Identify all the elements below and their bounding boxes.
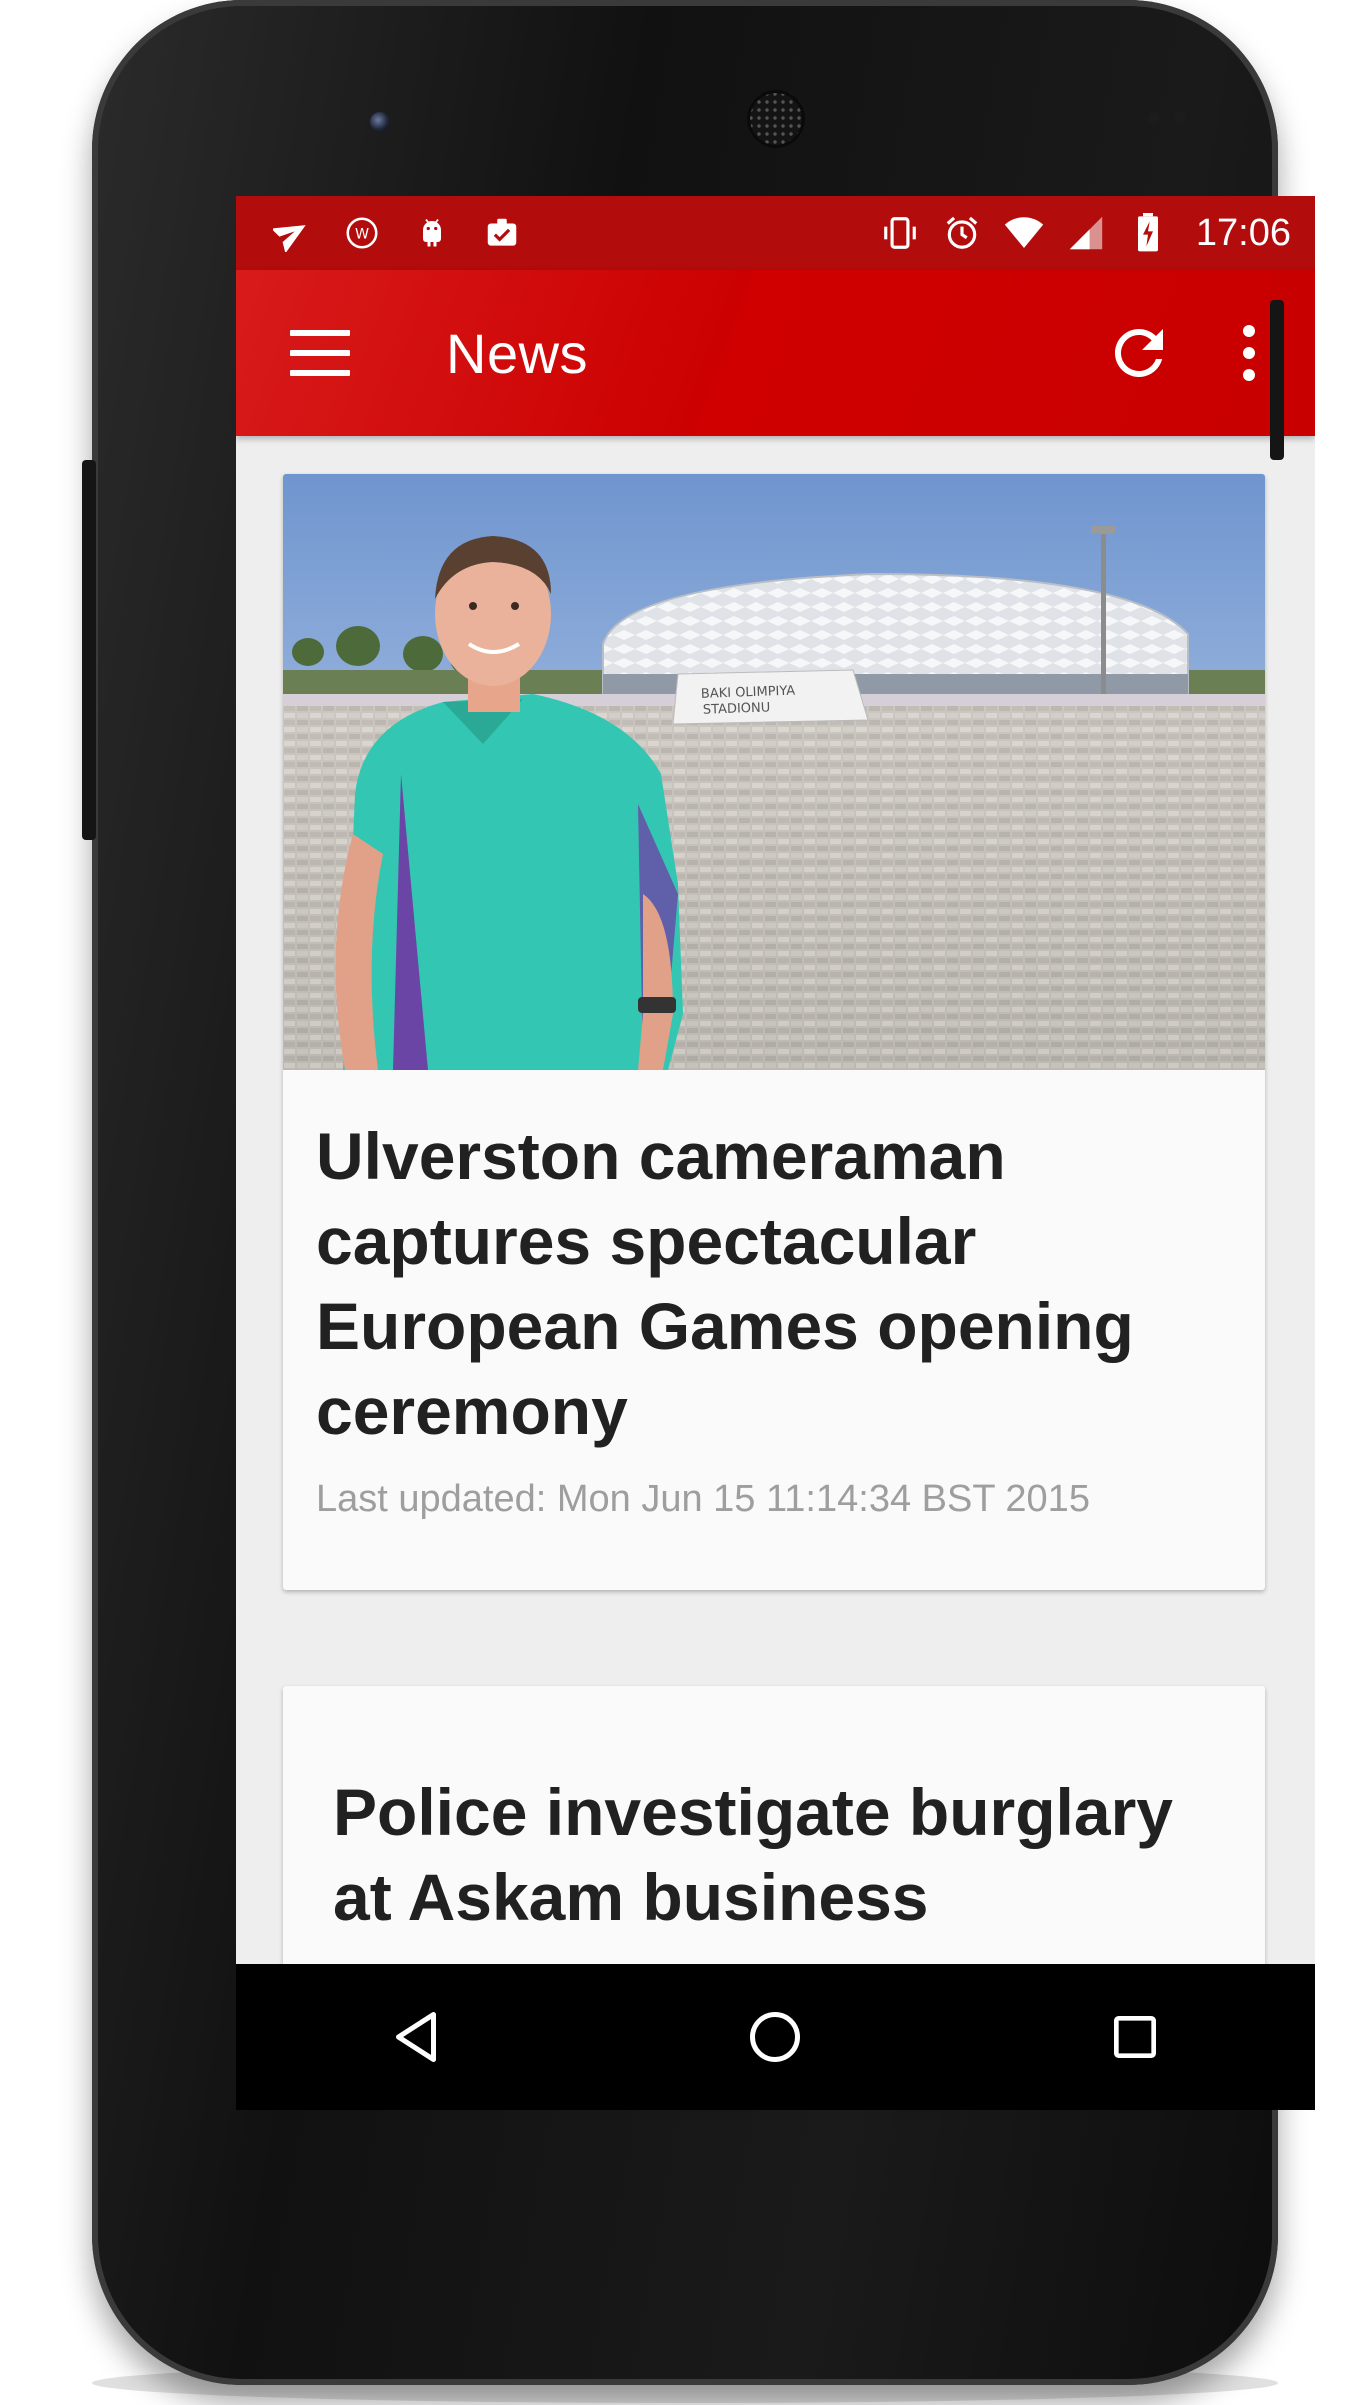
send-icon	[272, 213, 312, 253]
sign-text-2: STADIONU	[703, 700, 771, 717]
news-card[interactable]: BAKI OLIMPIYA STADIONU Ulverston cameram…	[283, 474, 1265, 1590]
proximity-sensor	[1148, 112, 1160, 124]
battery-charging-icon	[1128, 213, 1168, 253]
status-bar: W 17:06	[236, 196, 1315, 270]
screen: W 17:06 News BAKI OLIMPIYA STADIONU Ulve…	[236, 196, 1315, 2110]
wifi-icon	[1004, 213, 1044, 253]
phone-frame: W 17:06 News BAKI OLIMPIYA STADIONU Ulve…	[92, 0, 1315, 2403]
article-headline[interactable]: Ulverston cameraman captures spectacular…	[283, 1070, 1265, 1454]
navigation-bar	[236, 1964, 1315, 2110]
signal-icon	[1066, 213, 1106, 253]
article-headline[interactable]: Police investigate burglary at Askam bus…	[283, 1686, 1265, 1940]
article-timestamp: Last updated: Mon Jun 15 11:14:34 BST 20…	[316, 1478, 1090, 1520]
alarm-icon	[942, 213, 982, 253]
svg-text:W: W	[355, 227, 369, 243]
news-list[interactable]: BAKI OLIMPIYA STADIONU Ulverston cameram…	[236, 436, 1315, 2110]
page-title: News	[446, 321, 589, 385]
home-icon[interactable]	[730, 1992, 820, 2082]
more-vertical-icon[interactable]	[1239, 325, 1259, 381]
refresh-icon[interactable]	[1103, 317, 1175, 389]
article-image: BAKI OLIMPIYA STADIONU	[283, 474, 1265, 1070]
front-camera	[370, 112, 390, 132]
recents-icon[interactable]	[1090, 1992, 1180, 2082]
light-sensor	[1174, 112, 1186, 124]
clipboard-check-icon	[482, 213, 522, 253]
volume-rocker	[82, 460, 96, 840]
news-card[interactable]: Police investigate burglary at Askam bus…	[283, 1686, 1265, 2006]
status-time: 17:06	[1195, 211, 1291, 254]
vibrate-icon	[880, 213, 920, 253]
w-badge-icon: W	[342, 213, 382, 253]
app-toolbar: News	[236, 270, 1315, 436]
earpiece-speaker	[747, 90, 805, 148]
android-icon	[412, 213, 452, 253]
hamburger-menu-icon[interactable]	[290, 330, 350, 376]
back-icon[interactable]	[371, 1992, 461, 2082]
power-button	[1270, 300, 1284, 460]
